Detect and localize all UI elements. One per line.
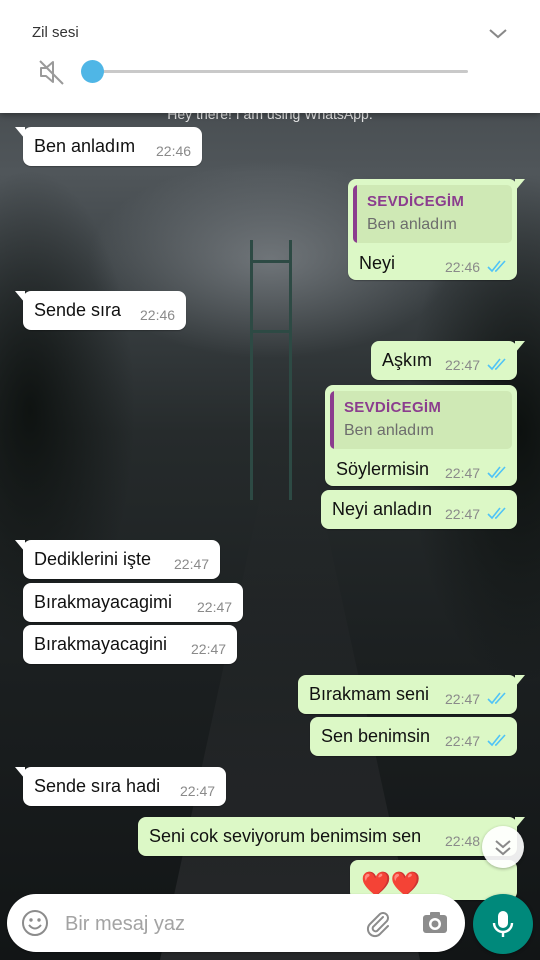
voice-record-button[interactable] xyxy=(473,894,533,954)
quoted-text: Ben anladım xyxy=(344,422,434,439)
message-text: Aşkım xyxy=(382,350,433,370)
message-text: Bırakmayacagini xyxy=(34,634,168,654)
message-time: 22:48 xyxy=(445,833,481,849)
message-outgoing[interactable]: Sen benimsin 22:47 xyxy=(310,717,517,756)
message-time: 22:47 xyxy=(445,733,481,749)
quoted-message[interactable]: SEVDİCEGİM Ben anladım xyxy=(330,391,512,449)
chat-message-list[interactable]: Ben anladım 22:46 SEVDİCEGİM Ben anladım… xyxy=(0,0,540,960)
message-time: 22:47 xyxy=(197,599,233,615)
message-outgoing[interactable]: Seni cok seviyorum benimsim sen 22:48 xyxy=(138,817,525,856)
emoji-icon[interactable] xyxy=(21,909,49,937)
message-text: Neyi anladın xyxy=(332,499,433,519)
chevron-down-icon[interactable] xyxy=(486,22,510,46)
message-text: Bırakmam seni xyxy=(309,684,430,704)
message-incoming[interactable]: Bırakmayacagimi 22:47 xyxy=(23,583,243,622)
message-composer[interactable] xyxy=(7,894,465,952)
message-text: Seni cok seviyorum benimsim sen xyxy=(149,826,422,846)
read-ticks-icon xyxy=(487,466,506,479)
message-time: 22:46 xyxy=(140,307,176,323)
message-text: Söylermisin xyxy=(336,459,430,479)
message-time: 22:47 xyxy=(445,506,481,522)
message-incoming[interactable]: Sende sıra hadi 22:47 xyxy=(15,767,226,806)
volume-title: Zil sesi xyxy=(32,24,79,41)
read-ticks-icon xyxy=(487,692,506,705)
message-time: 22:46 xyxy=(445,259,481,275)
message-outgoing-reply[interactable]: SEVDİCEGİM Ben anladım Neyi 22:46 xyxy=(348,179,525,280)
volume-slider-track[interactable] xyxy=(92,70,468,73)
message-incoming[interactable]: Bırakmayacagini 22:47 xyxy=(23,625,237,664)
double-chevron-down-icon xyxy=(495,840,511,856)
mic-icon xyxy=(492,911,514,937)
message-time: 22:47 xyxy=(174,556,210,572)
message-text: Ben anladım xyxy=(34,136,136,156)
message-text: Sende sıra xyxy=(34,300,122,320)
quoted-sender: SEVDİCEGİM xyxy=(344,399,442,416)
message-input[interactable] xyxy=(63,910,347,938)
message-text: Neyi xyxy=(359,253,396,273)
quoted-text: Ben anladım xyxy=(367,216,457,233)
message-outgoing-reply[interactable]: SEVDİCEGİM Ben anladım Söylermisin 22:47 xyxy=(325,385,517,486)
message-text: Sende sıra hadi xyxy=(34,776,161,796)
message-incoming[interactable]: Ben anladım 22:46 xyxy=(15,127,202,166)
read-ticks-icon xyxy=(487,358,506,371)
message-text: Sen benimsin xyxy=(321,726,431,746)
message-outgoing[interactable]: Bırakmam seni 22:47 xyxy=(298,675,525,714)
message-time: 22:47 xyxy=(180,783,216,799)
message-incoming[interactable]: Sende sıra 22:46 xyxy=(15,291,186,330)
message-outgoing[interactable]: Aşkım 22:47 xyxy=(371,341,525,380)
camera-icon[interactable] xyxy=(421,909,449,937)
attach-icon[interactable] xyxy=(362,908,392,938)
message-incoming[interactable]: Dediklerini işte 22:47 xyxy=(15,540,220,579)
message-time: 22:47 xyxy=(445,357,481,373)
volume-panel[interactable]: Zil sesi xyxy=(0,0,540,113)
message-time: 22:47 xyxy=(445,465,481,481)
volume-slider-thumb[interactable] xyxy=(81,60,104,83)
read-ticks-icon xyxy=(487,507,506,520)
message-time: 22:47 xyxy=(445,691,481,707)
scroll-to-bottom-button[interactable] xyxy=(482,826,524,868)
message-text: Dediklerini işte xyxy=(34,549,152,569)
read-ticks-icon xyxy=(487,734,506,747)
message-time: 22:47 xyxy=(191,641,227,657)
quoted-message[interactable]: SEVDİCEGİM Ben anladım xyxy=(353,185,512,243)
speaker-muted-icon[interactable] xyxy=(36,56,68,88)
message-time: 22:46 xyxy=(156,143,192,159)
message-text: Bırakmayacagimi xyxy=(34,592,173,612)
message-outgoing[interactable]: Neyi anladın 22:47 xyxy=(321,490,517,529)
read-ticks-icon xyxy=(487,260,506,273)
quoted-sender: SEVDİCEGİM xyxy=(367,193,465,210)
